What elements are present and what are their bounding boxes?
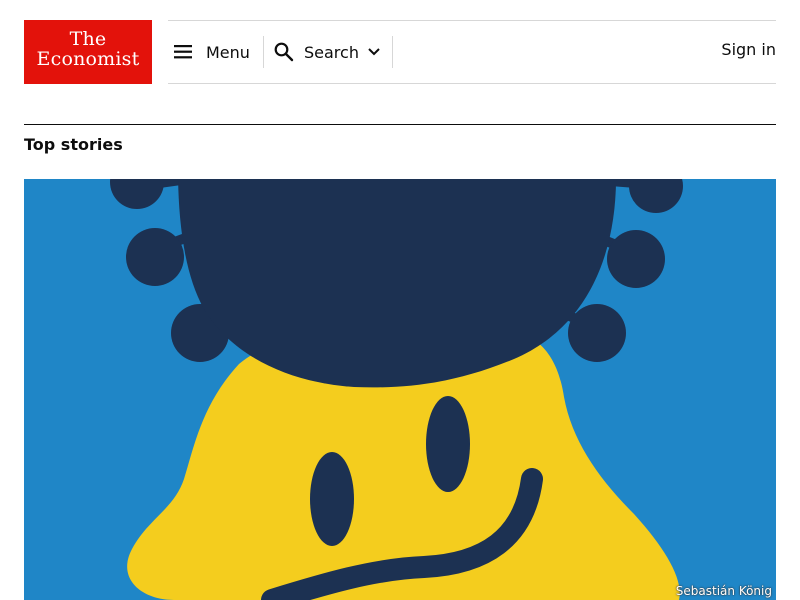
menu-button[interactable]: Menu (174, 21, 250, 83)
nav-divider (263, 36, 264, 68)
search-button[interactable]: Search (274, 21, 381, 83)
logo-line-the: The (69, 28, 107, 50)
site-header: The Economist Menu Search Sign in (24, 20, 776, 84)
logo-line-economist: Economist (36, 48, 140, 70)
hamburger-icon (174, 45, 192, 59)
chevron-down-icon (368, 48, 380, 56)
nav-bar: Menu Search Sign in (168, 20, 776, 84)
nav-divider (392, 36, 393, 68)
economist-logo[interactable]: The Economist (24, 20, 152, 84)
menu-label: Menu (206, 42, 250, 62)
image-credit: Sebastián König (675, 584, 772, 598)
section-rule (24, 124, 776, 125)
search-label: Search (304, 42, 359, 62)
sign-in-link[interactable]: Sign in (721, 40, 776, 59)
section-title: Top stories (24, 135, 123, 154)
search-icon (274, 42, 294, 62)
page: The Economist Menu Search Sign in Top st… (0, 0, 800, 600)
hero-image[interactable]: Sebastián König (24, 179, 776, 600)
hero-illustration (24, 179, 776, 600)
